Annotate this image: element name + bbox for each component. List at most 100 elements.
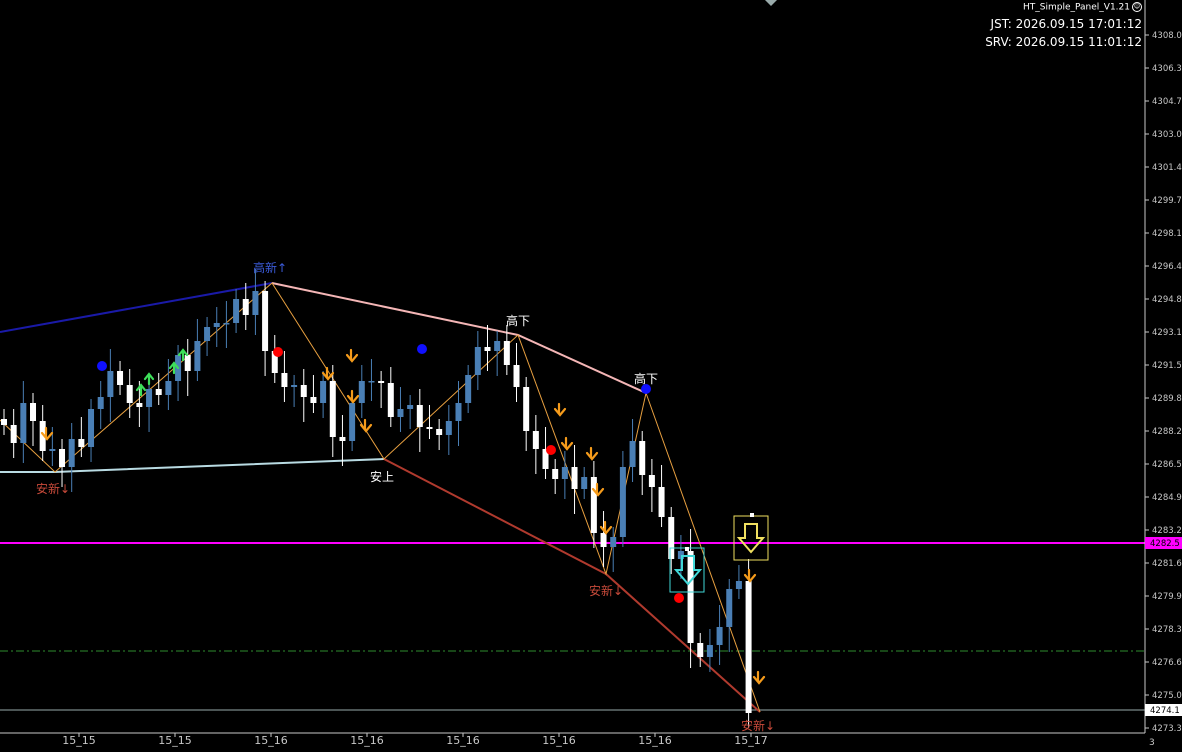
candle-body <box>581 477 588 489</box>
candle-body <box>136 403 143 407</box>
candle-body <box>339 437 346 441</box>
candle-body <box>619 467 626 537</box>
sell-arrow-icon <box>553 402 567 417</box>
red-dot-icon <box>546 445 556 455</box>
candle-body <box>494 341 501 351</box>
candle-body <box>426 427 433 429</box>
sell-arrow-icon <box>599 520 613 535</box>
candle-body <box>523 387 530 431</box>
candle-body <box>204 327 211 341</box>
jst-time: JST: 2026.09.15 17:01:12 <box>990 16 1142 31</box>
candle-body <box>184 355 191 371</box>
big-down-arrow-icon <box>736 523 766 554</box>
time-tick-label: 15_16 <box>638 734 672 747</box>
chart-canvas[interactable]: 高新↑高下高下安新↓安上安新↓安新↓ 4308.004306.354304.70… <box>0 0 1182 748</box>
trend-line-high <box>0 282 273 333</box>
candle-body <box>455 403 462 421</box>
candle-body <box>30 403 37 421</box>
price-tick-label: 4276.65 <box>1152 658 1182 668</box>
candle-body <box>378 381 385 383</box>
price-tick-label: 4306.35 <box>1152 64 1182 74</box>
candle-body <box>117 371 124 385</box>
axis-corner-label: 3 <box>1149 738 1155 748</box>
zigzag-line <box>0 282 761 713</box>
candle-body <box>155 389 162 395</box>
candle-body <box>97 397 104 409</box>
srv-time: SRV: 2026.09.15 11:01:12 <box>985 34 1142 49</box>
price-tick-label: 4296.45 <box>1152 262 1182 272</box>
candle-body <box>320 381 327 403</box>
chart-shift-marker-icon <box>765 0 777 6</box>
candle-body <box>445 421 452 435</box>
price-tick-label: 4303.05 <box>1152 130 1182 140</box>
candle-body <box>513 365 520 387</box>
candle-body <box>735 581 742 589</box>
signal-anchor <box>685 547 689 551</box>
time-tick-label: 15_15 <box>158 734 192 747</box>
annotation-label-high-new: 高新↑ <box>253 260 287 275</box>
candle-body <box>687 551 694 643</box>
candle-body <box>368 381 375 383</box>
price-tick-label: 4284.90 <box>1152 493 1182 503</box>
sell-arrow-icon <box>346 389 360 404</box>
price-tick-label: 4281.60 <box>1152 559 1182 569</box>
candle-body <box>668 517 675 559</box>
candle-body <box>88 409 95 447</box>
candle-body <box>397 409 404 417</box>
candle-body <box>387 383 394 417</box>
candle-body <box>20 403 27 443</box>
last-price-tag-label: 4274.1 <box>1150 706 1180 716</box>
price-tick-label: 4294.80 <box>1152 295 1182 305</box>
price-tick-label: 4279.95 <box>1152 592 1182 602</box>
price-tick-label: 4301.40 <box>1152 163 1182 173</box>
candle-body <box>329 381 336 437</box>
candle-body <box>465 375 472 403</box>
price-tick-label: 4288.20 <box>1152 427 1182 437</box>
candle-body <box>126 385 133 403</box>
price-tick-label: 4299.75 <box>1152 196 1182 206</box>
time-tick-label: 15_16 <box>446 734 480 747</box>
price-tick-label: 4289.85 <box>1152 394 1182 404</box>
annotation-label-high-down-2: 高下 <box>634 371 658 386</box>
candle-body <box>252 291 259 315</box>
candle-body <box>194 341 201 371</box>
candle-body <box>262 291 269 351</box>
candle-body <box>291 385 298 387</box>
sell-arrow-icon <box>359 418 373 433</box>
candle-body <box>716 627 723 645</box>
sell-arrow-icon <box>345 348 359 363</box>
candle-body <box>639 441 646 475</box>
candle-body <box>561 467 568 479</box>
price-tick-label: 4291.50 <box>1152 361 1182 371</box>
price-tick-label: 4286.55 <box>1152 460 1182 470</box>
candle-body <box>532 431 539 449</box>
candle-body <box>658 487 665 517</box>
price-tick-label: 4298.10 <box>1152 229 1182 239</box>
candle-body <box>436 429 443 435</box>
candle-body <box>78 439 85 447</box>
time-tick-label: 15_15 <box>62 734 96 747</box>
annotation-label-low-new-1: 安新↓ <box>36 481 70 496</box>
annotation-label-low-new-3: 安新↓ <box>741 718 775 733</box>
candle-body <box>697 643 704 657</box>
candle-body <box>745 581 752 713</box>
candle-body <box>407 405 414 409</box>
candle-body <box>223 323 230 325</box>
annotation-label-low-new-2: 安新↓ <box>589 583 623 598</box>
price-tick-label: 4278.30 <box>1152 625 1182 635</box>
candle-body <box>474 347 481 375</box>
candle-body <box>706 645 713 657</box>
price-tick-label: 4283.25 <box>1152 526 1182 536</box>
trading-chart[interactable]: 高新↑高下高下安新↓安上安新↓安新↓ 4308.004306.354304.70… <box>0 0 1182 748</box>
candle-body <box>300 385 307 397</box>
sell-arrow-icon <box>743 568 757 583</box>
time-tick-label: 15_17 <box>734 734 768 747</box>
buy-arrow-icon <box>143 372 155 386</box>
candle-body <box>49 449 56 451</box>
red-dot-icon <box>273 347 283 357</box>
candle-body <box>358 381 365 403</box>
smile-icon: ☺ <box>1132 2 1142 12</box>
blue-dot-icon <box>417 344 427 354</box>
candle-body <box>571 467 578 489</box>
price-tick-label: 4308.00 <box>1152 31 1182 41</box>
